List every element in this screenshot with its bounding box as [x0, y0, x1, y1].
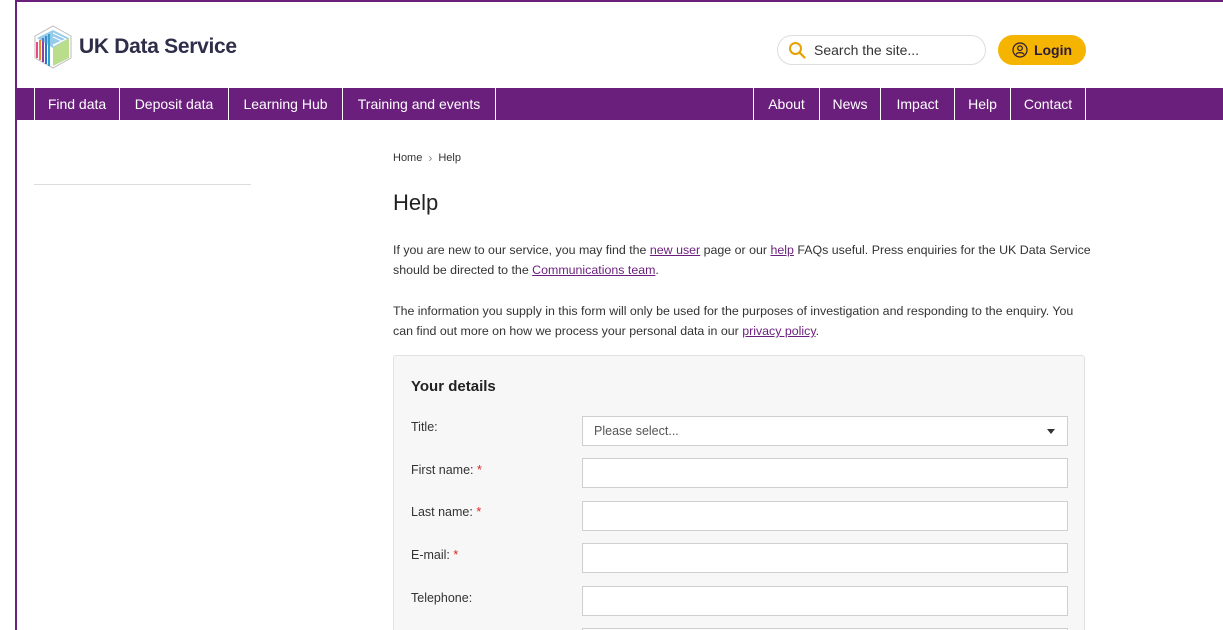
- main-navigation: Find data Deposit data Learning Hub Trai…: [17, 88, 1223, 120]
- breadcrumb-home[interactable]: Home: [393, 152, 422, 164]
- privacy-paragraph: The information you supply in this form …: [393, 301, 1093, 341]
- login-label: Login: [1033, 42, 1073, 58]
- nav-item-news[interactable]: News: [819, 88, 880, 120]
- email-label-text: E-mail:: [411, 548, 450, 562]
- email-field[interactable]: [582, 543, 1068, 573]
- first-name-label: First name: *: [411, 463, 482, 477]
- intro-paragraph: If you are new to our service, you may f…: [393, 240, 1093, 280]
- chevron-down-icon: [1047, 429, 1055, 434]
- search-input[interactable]: Search the site...: [777, 35, 986, 65]
- title-select[interactable]: Please select...: [582, 416, 1068, 446]
- telephone-field[interactable]: [582, 586, 1068, 616]
- nav-item-training-and-events[interactable]: Training and events: [342, 88, 496, 120]
- uk-data-service-logo-icon: [34, 25, 72, 69]
- first-name-label-text: First name:: [411, 463, 474, 477]
- nav-item-find-data[interactable]: Find data: [34, 88, 119, 120]
- title-select-value: Please select...: [594, 424, 679, 438]
- site-header: UK Data Service Search the site... Login: [17, 2, 1223, 88]
- site-logo[interactable]: UK Data Service: [33, 24, 237, 70]
- intro-text-1: If you are new to our service, you may f…: [393, 243, 650, 257]
- nav-item-contact[interactable]: Contact: [1010, 88, 1086, 120]
- nav-item-about[interactable]: About: [753, 88, 819, 120]
- intro-text-4: .: [655, 263, 659, 277]
- nav-item-impact[interactable]: Impact: [880, 88, 954, 120]
- sidebar-divider: [34, 184, 251, 185]
- page-title: Help: [393, 190, 439, 215]
- nav-item-learning-hub[interactable]: Learning Hub: [228, 88, 342, 120]
- form-heading: Your details: [411, 378, 496, 395]
- search-placeholder: Search the site...: [814, 42, 920, 58]
- required-marker: *: [476, 505, 482, 519]
- required-marker: *: [477, 463, 482, 477]
- privacy-text-1: The information you supply in this form …: [393, 304, 1074, 338]
- intro-text-2: page or our: [700, 243, 771, 257]
- communications-team-link[interactable]: Communications team: [532, 263, 655, 277]
- your-details-form: Your details Title: Please select... Fir…: [393, 355, 1085, 630]
- breadcrumb-current: Help: [438, 152, 461, 164]
- search-icon: [789, 42, 806, 59]
- privacy-text-2: .: [815, 324, 820, 338]
- login-button[interactable]: Login: [998, 35, 1086, 65]
- nav-item-deposit-data[interactable]: Deposit data: [119, 88, 228, 120]
- last-name-label: Last name: *: [411, 505, 481, 519]
- nav-item-help[interactable]: Help: [954, 88, 1010, 120]
- privacy-policy-link[interactable]: privacy policy: [742, 324, 815, 338]
- user-icon: [1012, 42, 1028, 58]
- brand-name: UK Data Service: [79, 35, 237, 58]
- breadcrumb: Home › Help: [393, 151, 461, 165]
- last-name-label-text: Last name:: [411, 505, 473, 519]
- new-user-link[interactable]: new user: [650, 243, 700, 257]
- last-name-field[interactable]: [582, 501, 1068, 531]
- first-name-field[interactable]: [582, 458, 1068, 488]
- chevron-right-icon: ›: [428, 151, 433, 165]
- title-label: Title:: [411, 420, 438, 434]
- required-marker: *: [453, 548, 459, 562]
- help-link[interactable]: help: [770, 243, 793, 257]
- telephone-label: Telephone:: [411, 591, 473, 605]
- email-label: E-mail: *: [411, 548, 458, 562]
